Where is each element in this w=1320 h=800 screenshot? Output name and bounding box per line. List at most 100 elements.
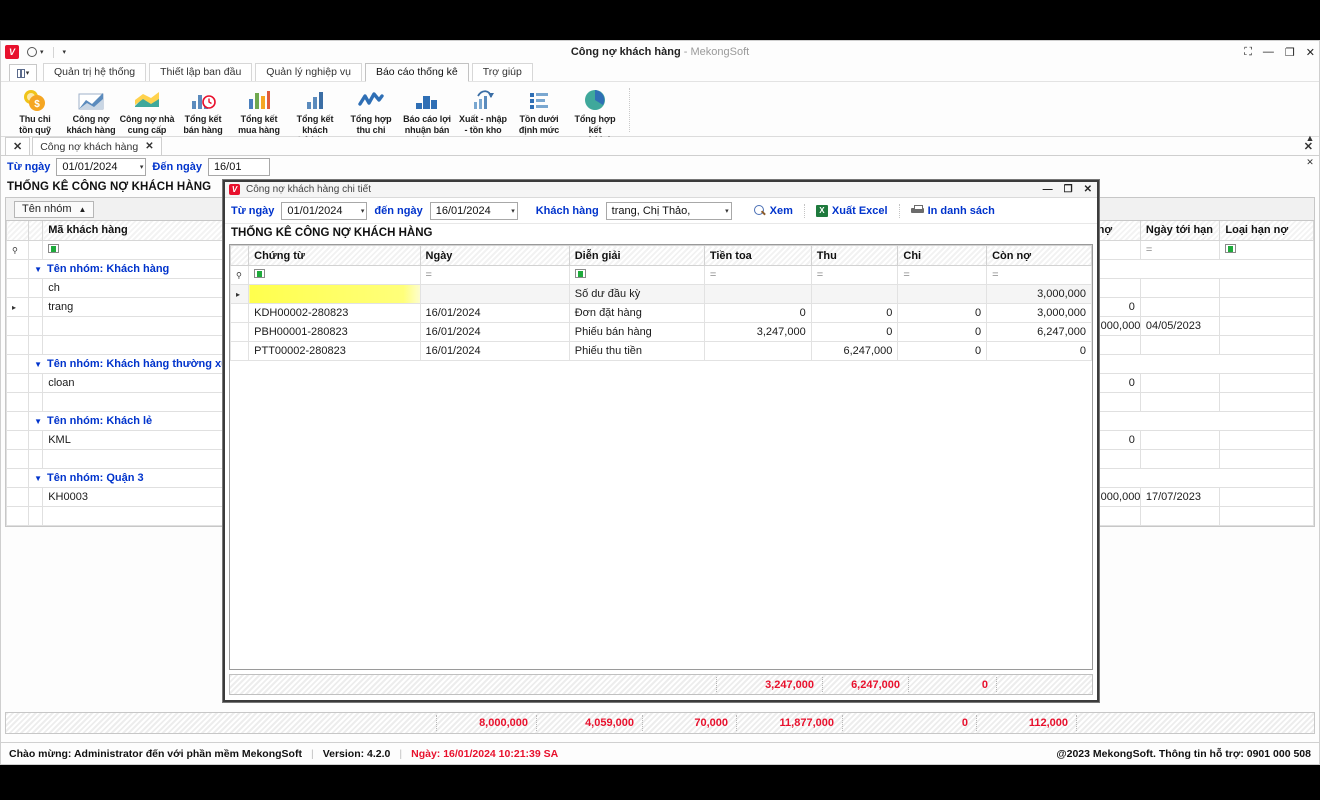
row-spacer [28,334,44,355]
cell-chung-tu[interactable]: KDH00002-280823 [248,303,421,323]
cell-ma-khach-hang[interactable]: ch [42,277,235,298]
cell-blank [42,391,235,412]
column-header-con-no[interactable]: Còn nợ [986,245,1092,266]
chevron-down-icon[interactable]: ▼ [34,417,42,426]
ribbon-tab-quan-ly-nghiep-vu[interactable]: Quản lý nghiệp vụ [255,63,362,81]
document-tab-cong-no-khach-hang[interactable]: Công nợ khách hàng ✕ [32,137,162,155]
filter-cell-ma-khach-hang[interactable] [42,239,235,260]
export-excel-button[interactable]: X Xuất Excel [812,204,892,217]
table-row[interactable]: KDH00002-280823 16/01/2024 Đơn đặt hàng … [230,303,1092,323]
close-icon[interactable]: ✕ [145,141,153,152]
total-value-6: 112,000 [976,715,1076,731]
scroll-up-icon[interactable]: ▲ [1306,133,1315,143]
close-icon[interactable]: ✕ [1306,46,1315,59]
row-indicator [5,315,30,336]
divider [52,46,54,58]
filter-cell-thu[interactable]: = [810,265,899,285]
filter-cell-loai-han-no[interactable] [1219,239,1314,260]
ribbon-menu-button[interactable]: ▾ [9,64,37,81]
filter-cell-con-no[interactable]: = [986,265,1092,285]
table-row[interactable]: PTT00002-280823 16/01/2024 Phiếu thu tiề… [230,341,1092,361]
from-date-value: 01/01/2024 [62,161,118,173]
filter-cell-ngay[interactable]: = [419,265,570,285]
cell-con-no: 3,000,000 [986,303,1092,323]
filter-cell-no[interactable] [1091,239,1141,260]
minimize-icon[interactable]: — [1043,184,1053,195]
column-header-chi[interactable]: Chi [897,245,988,266]
column-header-ngay-toi-han[interactable]: Ngày tới hạn [1139,221,1221,241]
cell-tien-toa [703,341,812,361]
filter-cell-chi[interactable]: = [897,265,988,285]
chevron-down-icon[interactable]: ▼ [34,474,42,483]
ribbon-tab-quan-tri-he-thong[interactable]: Quản trị hệ thống [43,63,147,81]
total-value-5: 0 [842,715,976,731]
group-chip-ten-nhom[interactable]: Tên nhóm ▲ [14,200,95,218]
ribbon-button-cong-no-nha-cung-cap[interactable]: Công nợ nhà cung cấp [119,86,175,135]
from-date-input[interactable]: 01/01/2024 ▾ [56,158,147,176]
dialog-from-date-label: Từ ngày [231,204,275,217]
column-header-loai-han-no[interactable]: Loại hạn nợ [1219,221,1314,241]
filter-cell-ngay-toi-han[interactable]: = [1139,239,1221,260]
dialog-customer-value: trang, Chị Thảo, [611,204,691,217]
qat-customize-chevron-icon[interactable]: ▾ [63,48,67,56]
restore-down-icon[interactable]: ⛶ [1244,46,1252,59]
close-icon[interactable]: ✕ [1084,184,1092,195]
ribbon-button-ton-duoi-dinh-muc[interactable]: Tồn dưới định mức [511,86,567,135]
chevron-down-icon: ▾ [725,207,729,215]
ribbon-button-xuat-nhap-ton-kho[interactable]: Xuất - nhập - tồn kho [455,86,511,135]
divider [898,203,900,218]
ribbon-button-thu-chi-ton-quy[interactable]: $ Thu chi tồn quỹ [7,86,63,135]
close-all-tabs-button[interactable]: ✕ [5,137,31,155]
row-spacer [28,486,44,507]
table-row[interactable]: PBH00001-280823 16/01/2024 Phiếu bán hàn… [230,322,1092,342]
ribbon-tab-tro-giup[interactable]: Trợ giúp [471,63,533,81]
column-header-no[interactable]: nợ [1091,221,1141,241]
ribbon-label-line2: khách hàng [66,124,116,135]
cell-ma-khach-hang[interactable]: cloan [42,372,235,393]
maximize-icon[interactable]: ❐ [1064,184,1073,195]
maximize-icon[interactable]: ❐ [1285,46,1295,59]
column-header-dien-giai[interactable]: Diễn giải [568,245,705,266]
save-circle-icon[interactable] [27,47,37,57]
ribbon-button-cong-no-khach-hang[interactable]: Công nợ khách hàng [63,86,119,135]
chevron-down-icon[interactable]: ▼ [34,360,42,369]
column-header-thu[interactable]: Thu [810,245,899,266]
ribbon-button-tong-ket-ban-hang[interactable]: Tổng kết bán hàng [175,86,231,135]
filter-cell-tien-toa[interactable]: = [703,265,812,285]
cell-ma-khach-hang[interactable]: KML [42,429,235,450]
dialog-total-thu: 6,247,000 [822,677,908,692]
chevron-down-icon[interactable]: ▼ [34,265,42,274]
filter-cell-dien-giai[interactable] [568,265,705,285]
cell-blank [42,334,235,355]
chevron-down-icon[interactable]: ▾ [40,48,44,56]
dialog-from-date-input[interactable]: 01/01/2024 ▾ [281,201,368,220]
scroll-close-icon[interactable]: ✕ [1306,157,1314,168]
dialog-to-date-input[interactable]: 16/01/2024 ▾ [429,201,518,220]
column-header-tien-toa[interactable]: Tiền toa [703,245,812,266]
column-header-ma-khach-hang[interactable]: Mã khách hàng [42,221,235,241]
ribbon-button-tong-hop-thu-chi[interactable]: Tổng hợp thu chi [343,86,399,135]
cell-chung-tu[interactable] [248,284,421,304]
cell-chung-tu[interactable]: PTT00002-280823 [248,341,421,361]
dialog-customer-label: Khách hàng [535,204,599,217]
column-header-ngay[interactable]: Ngày [419,245,570,266]
table-row[interactable]: ▸ Số dư đầu kỳ 3,000,000 [230,284,1092,304]
cell-ma-khach-hang[interactable]: KH0003 [42,486,235,507]
grid-expand-header [28,221,44,241]
column-header-chung-tu[interactable]: Chứng từ [248,245,421,266]
ribbon-button-tong-ket-mua-hang[interactable]: Tổng kết mua hàng [231,86,287,135]
view-button[interactable]: Xem [750,204,797,217]
cell-thu: 0 [810,322,899,342]
minimize-icon[interactable]: — [1263,46,1274,58]
filter-cell-chung-tu[interactable] [248,265,421,285]
dialog-customer-select[interactable]: trang, Chị Thảo, ▾ [605,201,732,220]
cell-chung-tu[interactable]: PBH00001-280823 [248,322,421,342]
cell-ma-khach-hang[interactable]: trang [42,296,235,317]
ribbon-tab-thiet-lap-ban-dau[interactable]: Thiết lập ban đầu [149,63,253,81]
ribbon-tab-bao-cao-thong-ke[interactable]: Báo cáo thống kê [364,63,469,82]
to-date-input[interactable]: 16/01 [207,158,270,176]
status-divider: | [399,747,403,760]
ribbon-label-line1: Thu chi [19,114,51,124]
group-chip-label: Tên nhóm [22,203,72,215]
print-list-button[interactable]: In danh sách [907,205,999,217]
